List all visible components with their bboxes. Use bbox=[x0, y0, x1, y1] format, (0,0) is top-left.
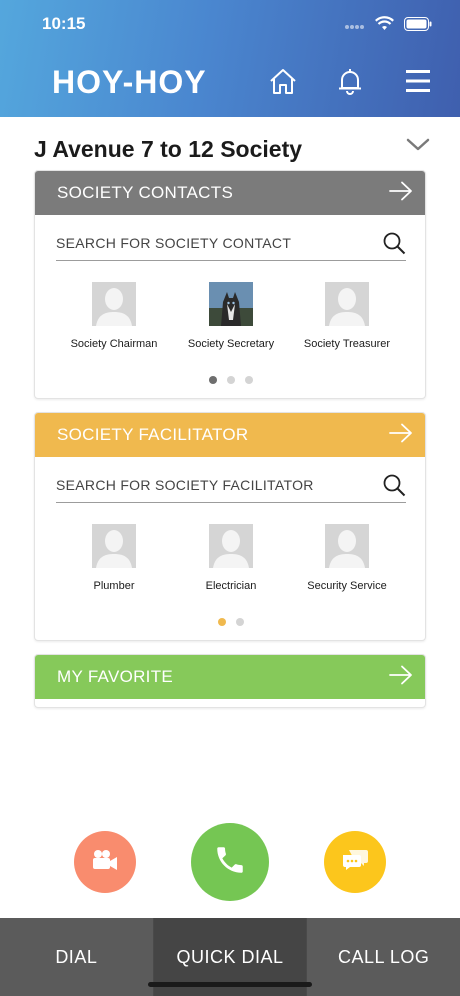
page-dot[interactable] bbox=[236, 618, 244, 626]
chevron-down-icon[interactable] bbox=[406, 138, 430, 157]
search-icon[interactable] bbox=[382, 231, 406, 260]
facilitator-search-input[interactable]: SEARCH FOR SOCIETY FACILITATOR bbox=[56, 469, 406, 503]
society-contacts-card: SOCIETY CONTACTS SEARCH FOR SOCIETY CONT… bbox=[34, 170, 426, 399]
app-header: 10:15 HOY-HOY bbox=[0, 0, 460, 117]
avatar bbox=[325, 282, 369, 326]
home-indicator[interactable] bbox=[148, 982, 312, 987]
status-icons bbox=[345, 16, 432, 36]
contact-label: Society Treasurer bbox=[303, 338, 391, 350]
contact-label: Society Secretary bbox=[187, 338, 275, 350]
society-facilitator-header[interactable]: SOCIETY FACILITATOR bbox=[35, 413, 425, 457]
wifi-icon bbox=[375, 16, 394, 36]
society-facilitator-title: SOCIETY FACILITATOR bbox=[57, 425, 249, 444]
app-title: HOY-HOY bbox=[52, 64, 207, 100]
society-contacts-title: SOCIETY CONTACTS bbox=[57, 183, 234, 202]
arrow-right-icon[interactable] bbox=[389, 181, 413, 206]
status-time: 10:15 bbox=[42, 14, 86, 33]
call-button[interactable] bbox=[191, 823, 269, 901]
my-favorite-header[interactable]: MY FAVORITE bbox=[35, 655, 425, 699]
facilitator-security[interactable]: Security Service bbox=[282, 524, 412, 592]
contact-treasurer[interactable]: Society Treasurer bbox=[282, 282, 412, 350]
video-camera-icon bbox=[91, 849, 119, 876]
chat-icon bbox=[341, 848, 369, 877]
avatar bbox=[209, 524, 253, 568]
my-favorite-title: MY FAVORITE bbox=[57, 667, 174, 686]
avatar bbox=[209, 282, 253, 326]
contact-search-input[interactable]: SEARCH FOR SOCIETY CONTACT bbox=[56, 227, 406, 261]
search-icon[interactable] bbox=[382, 473, 406, 502]
tab-dial[interactable]: DIAL bbox=[0, 918, 154, 996]
society-selector[interactable]: J Avenue 7 to 12 Society bbox=[34, 136, 430, 166]
facilitator-search-placeholder: SEARCH FOR SOCIETY FACILITATOR bbox=[56, 477, 314, 493]
contacts-page-indicator bbox=[35, 376, 425, 384]
facilitator-carousel: Plumber Electrician Security Service bbox=[35, 524, 425, 604]
arrow-right-icon[interactable] bbox=[389, 423, 413, 448]
facilitator-label: Security Service bbox=[307, 580, 387, 592]
facilitator-label: Plumber bbox=[93, 580, 135, 592]
facilitator-plumber[interactable]: Plumber bbox=[49, 524, 179, 592]
battery-icon bbox=[404, 16, 432, 36]
avatar bbox=[92, 282, 136, 326]
page-dot[interactable] bbox=[227, 376, 235, 384]
video-call-button[interactable] bbox=[74, 831, 136, 893]
home-icon[interactable] bbox=[266, 64, 300, 98]
facilitator-label: Electrician bbox=[205, 580, 257, 592]
contact-chairman[interactable]: Society Chairman bbox=[49, 282, 179, 350]
page-dot-active[interactable] bbox=[218, 618, 226, 626]
facilitator-electrician[interactable]: Electrician bbox=[166, 524, 296, 592]
contact-search-placeholder: SEARCH FOR SOCIETY CONTACT bbox=[56, 235, 292, 251]
page-dot[interactable] bbox=[245, 376, 253, 384]
my-favorite-card: MY FAVORITE bbox=[34, 654, 426, 708]
society-facilitator-card: SOCIETY FACILITATOR SEARCH FOR SOCIETY F… bbox=[34, 412, 426, 641]
contacts-carousel: Society Chairman Society Secretary Socie… bbox=[35, 282, 425, 362]
signal-icon bbox=[345, 17, 365, 35]
society-contacts-header[interactable]: SOCIETY CONTACTS bbox=[35, 171, 425, 215]
arrow-right-icon[interactable] bbox=[389, 665, 413, 690]
contact-secretary[interactable]: Society Secretary bbox=[166, 282, 296, 350]
contact-label: Society Chairman bbox=[70, 338, 158, 350]
chat-button[interactable] bbox=[324, 831, 386, 893]
menu-icon[interactable] bbox=[401, 64, 435, 98]
avatar bbox=[92, 524, 136, 568]
page-dot-active[interactable] bbox=[209, 376, 217, 384]
bell-icon[interactable] bbox=[333, 64, 367, 98]
tab-call-log[interactable]: CALL LOG bbox=[307, 918, 460, 996]
avatar bbox=[325, 524, 369, 568]
phone-icon bbox=[213, 843, 247, 882]
society-name: J Avenue 7 to 12 Society bbox=[34, 136, 303, 162]
facilitator-page-indicator bbox=[35, 618, 425, 626]
